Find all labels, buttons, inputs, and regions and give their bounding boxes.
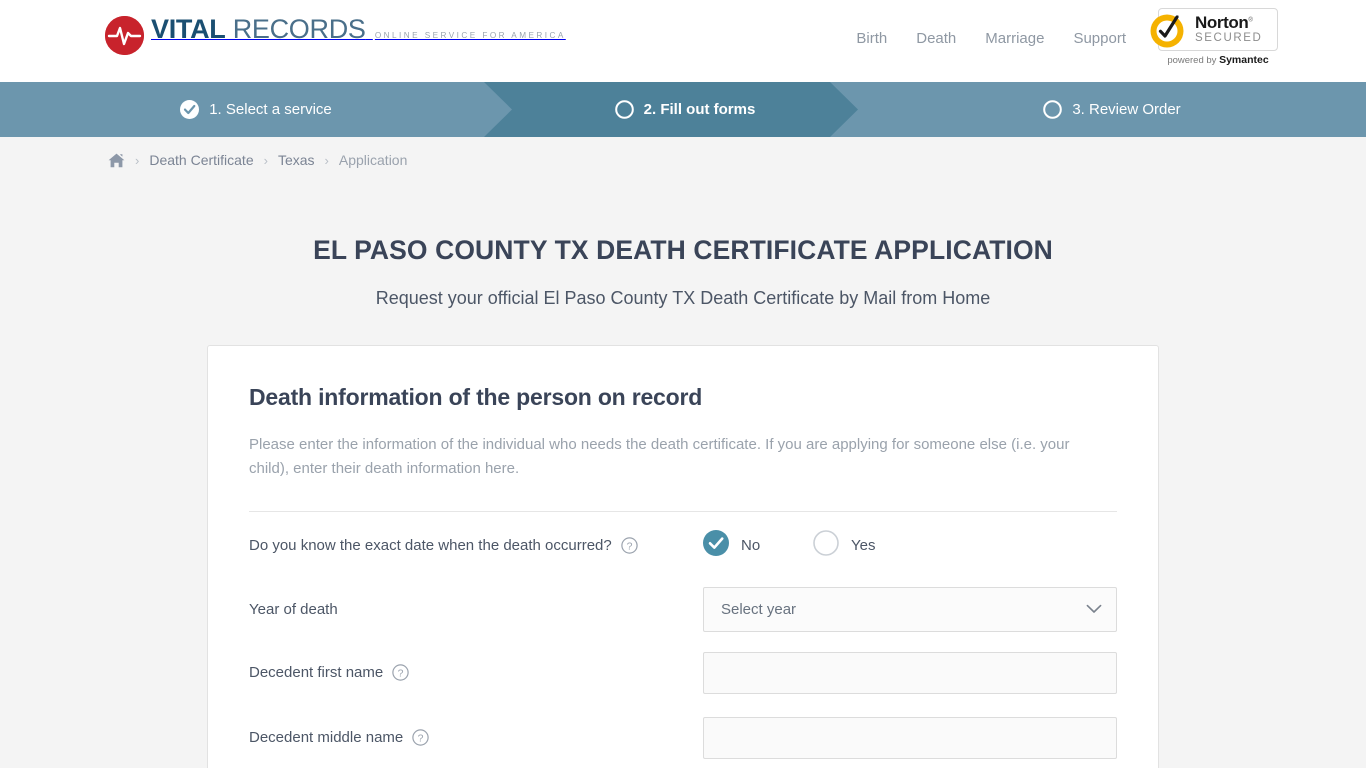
nav-item-birth[interactable]: Birth — [856, 29, 887, 49]
field-label-year-of-death: Year of death — [249, 601, 703, 618]
breadcrumb: › Death Certificate › Texas › Applicatio… — [0, 137, 1366, 183]
logo-wordmark: VITAL RECORDS ONLINE SERVICE FOR AMERICA — [151, 15, 566, 44]
chevron-down-icon — [1086, 601, 1102, 618]
norton-brand-name: Norton — [1195, 13, 1249, 33]
norton-registered-mark: ® — [1248, 17, 1253, 24]
field-control-decedent-first-name — [703, 651, 1117, 694]
breadcrumb-separator: › — [135, 152, 140, 168]
svg-text:?: ? — [626, 540, 632, 552]
field-control-exact-date: No Yes — [703, 530, 1117, 560]
norton-powered-by: powered by Symantec — [1158, 54, 1278, 66]
step-1-label: 1. Select a service — [209, 101, 332, 118]
circle-icon — [1043, 100, 1063, 119]
field-label-decedent-middle-name: Decedent middle name ? — [249, 729, 703, 746]
radio-selected-icon — [703, 530, 729, 560]
step-3-label: 3. Review Order — [1072, 101, 1181, 118]
year-of-death-label-text: Year of death — [249, 600, 338, 618]
norton-powered-prefix: powered by — [1167, 55, 1220, 66]
logo-brand-secondary: RECORDS — [225, 14, 366, 44]
field-label-decedent-first-name: Decedent first name ? — [249, 664, 703, 681]
page-subtitle: Request your official El Paso County TX … — [375, 288, 991, 308]
norton-checkmark-seal-icon — [1147, 11, 1187, 51]
card-description: Please enter the information of the indi… — [249, 436, 1070, 477]
field-row-decedent-first-name: Decedent first name ? — [249, 640, 1117, 705]
svg-text:?: ? — [398, 667, 404, 679]
step-review-order[interactable]: 3. Review Order — [858, 82, 1366, 137]
norton-badge-body: Norton® SECURED — [1150, 8, 1278, 51]
exact-date-label-text: Do you know the exact date when the deat… — [249, 536, 612, 554]
norton-status-label: SECURED — [1195, 32, 1263, 45]
radio-unselected-icon — [813, 530, 839, 560]
logo-tagline: ONLINE SERVICE FOR AMERICA — [374, 31, 566, 40]
card-title: Death information of the person on recor… — [249, 384, 703, 410]
help-circle-icon[interactable]: ? — [621, 536, 638, 554]
radio-option-yes[interactable]: Yes — [813, 530, 923, 560]
checkout-progress-steps: 1. Select a service 2. Fill out forms 3.… — [0, 82, 1366, 137]
death-information-card: Death information of the person on recor… — [207, 345, 1159, 768]
step-fill-out-forms[interactable]: 2. Fill out forms — [484, 82, 858, 137]
main-navigation: Birth Death Marriage Support — [856, 29, 1126, 49]
site-header: VITAL RECORDS ONLINE SERVICE FOR AMERICA… — [0, 0, 1366, 82]
breadcrumb-separator: › — [324, 152, 329, 168]
breadcrumb-item-death-certificate[interactable]: Death Certificate — [149, 152, 253, 168]
year-of-death-select[interactable]: Select year — [703, 586, 1117, 632]
field-row-exact-date: Do you know the exact date when the deat… — [249, 512, 1117, 578]
home-icon[interactable] — [108, 153, 125, 168]
nav-item-support[interactable]: Support — [1073, 29, 1126, 49]
site-logo[interactable]: VITAL RECORDS ONLINE SERVICE FOR AMERICA — [105, 15, 566, 55]
decedent-middle-name-input[interactable] — [703, 716, 1117, 759]
step-2-label: 2. Fill out forms — [643, 101, 756, 118]
field-row-year-of-death: Year of death Select year — [249, 578, 1117, 640]
circle-icon — [615, 100, 634, 119]
year-of-death-selected-value: Select year — [721, 600, 797, 618]
field-row-decedent-middle-name: Decedent middle name ? — [249, 705, 1117, 768]
decedent-middle-name-label-text: Decedent middle name — [249, 729, 404, 746]
help-circle-icon[interactable]: ? — [392, 664, 409, 681]
radio-group-exact-date: No Yes — [703, 530, 1117, 560]
radio-label-no: No — [741, 536, 761, 554]
nav-item-death[interactable]: Death — [916, 29, 956, 49]
field-label-exact-date: Do you know the exact date when the deat… — [249, 537, 703, 554]
nav-item-marriage[interactable]: Marriage — [985, 29, 1044, 49]
field-control-decedent-middle-name — [703, 716, 1117, 759]
help-circle-icon[interactable]: ? — [412, 729, 429, 746]
svg-text:?: ? — [418, 732, 424, 744]
breadcrumb-item-texas[interactable]: Texas — [278, 152, 315, 168]
logo-pulse-mark-icon — [105, 16, 144, 55]
norton-secured-badge[interactable]: Norton® SECURED powered by Symantec — [1150, 8, 1278, 70]
field-control-year-of-death: Select year — [703, 586, 1117, 632]
check-circle-icon — [180, 100, 200, 119]
step-select-a-service[interactable]: 1. Select a service — [0, 82, 512, 137]
radio-label-yes: Yes — [851, 536, 876, 554]
page-title: EL PASO COUNTY TX DEATH CERTIFICATE APPL… — [313, 235, 1053, 265]
breadcrumb-item-application: Application — [338, 152, 408, 168]
decedent-first-name-input[interactable] — [703, 651, 1117, 694]
norton-powered-brand: Symantec — [1219, 54, 1269, 66]
logo-brand-primary: VITAL — [151, 14, 226, 44]
radio-option-no[interactable]: No — [703, 530, 813, 560]
breadcrumb-separator: › — [263, 152, 268, 168]
decedent-first-name-label-text: Decedent first name — [249, 664, 384, 681]
